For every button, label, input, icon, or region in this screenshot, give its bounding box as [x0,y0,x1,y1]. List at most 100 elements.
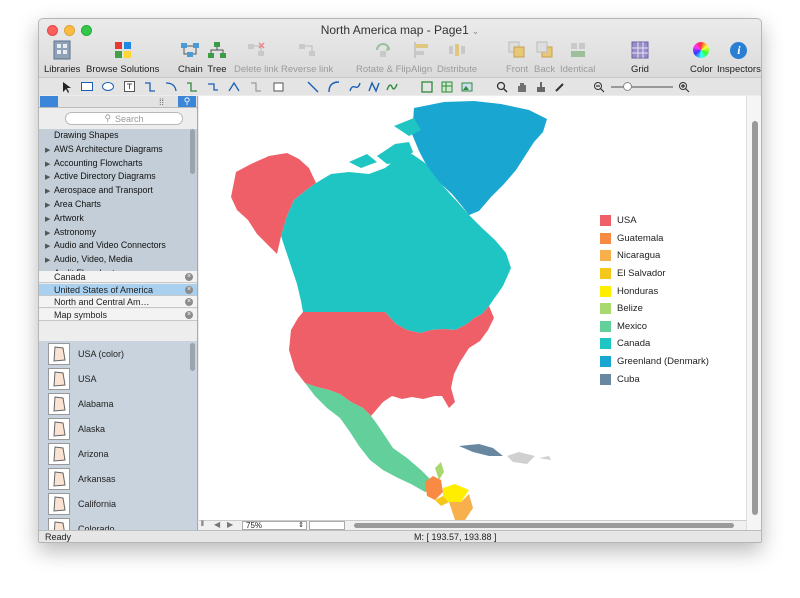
view-mode-buttons[interactable] [309,521,345,530]
back-button[interactable]: Back [534,39,555,75]
zoom-slider-knob[interactable] [623,82,632,91]
library-item[interactable]: ▶ Accounting Flowcharts [39,157,197,171]
shape-list-scrollbar[interactable] [190,343,195,371]
close-library-icon[interactable]: × [185,285,193,294]
reverse-link-button[interactable]: Reverse link [281,39,333,75]
map-caribbean-islands[interactable] [507,452,551,464]
open-library-header[interactable]: Map symbols × [39,308,197,321]
open-library-header[interactable]: North and Central Am… × [39,296,197,308]
chain-button[interactable]: Chain [178,39,203,75]
table-tool-icon[interactable] [440,80,454,93]
inspectors-button[interactable]: i Inspectors [717,39,761,75]
grid-button[interactable]: Grid [631,39,649,75]
library-item[interactable]: ▶ Audio, Video, Media [39,253,197,267]
disclosure-triangle-icon[interactable]: ▶ [45,158,54,171]
page-next-icon[interactable]: ▶ [227,520,233,529]
browse-solutions-button[interactable]: Browse Solutions [86,39,159,75]
shape-item[interactable]: Arkansas [39,466,197,491]
eyedropper-icon[interactable] [553,80,567,93]
shape-label: USA [78,373,97,384]
vertical-scroll-thumb[interactable] [752,121,758,515]
round-connector-icon[interactable] [206,80,220,93]
library-list-scrollbar[interactable] [190,129,195,174]
library-item[interactable]: ▶ Astronomy [39,226,197,240]
libraries-button[interactable]: Libraries [44,39,80,75]
library-item[interactable]: ▶ Area Charts [39,198,197,212]
disclosure-triangle-icon[interactable]: ▶ [45,227,54,240]
map-belize[interactable] [435,462,444,480]
drawing-canvas[interactable]: USA Guatemala Nicaragua El Salvador Honduras… [199,96,746,520]
grid-view-icon[interactable]: ⁞⁞ [159,97,164,107]
shape-item[interactable]: USA (color) [39,341,197,366]
shape-item[interactable]: Alabama [39,391,197,416]
library-item[interactable]: ▶ Audio and Video Connectors [39,239,197,253]
disclosure-triangle-icon[interactable]: ▶ [45,171,54,184]
search-tab-icon[interactable]: ⚲ [178,96,196,107]
library-item[interactable]: ▶ AWS Architecture Diagrams [39,143,197,157]
library-item[interactable]: ▶ Active Directory Diagrams [39,170,197,184]
connector-tool-icon[interactable] [143,80,157,93]
container-tool-icon[interactable] [420,80,434,93]
zoom-tool-icon[interactable] [495,80,509,93]
hand-tool-icon[interactable] [515,80,529,93]
close-library-icon[interactable]: × [185,298,193,306]
zoom-select[interactable]: 75% ⇕ [242,521,307,530]
pointer-tool-icon[interactable] [59,80,73,93]
shape-item[interactable]: Colorado [39,516,197,530]
shape-item[interactable]: USA [39,366,197,391]
curve-connector-icon[interactable] [164,80,178,93]
image-tool-icon[interactable] [460,80,474,93]
rectangle-tool-icon[interactable] [80,80,94,93]
stamp-tool-icon[interactable] [271,80,285,93]
shape-item[interactable]: California [39,491,197,516]
search-input[interactable]: ⚲ Search [65,112,183,125]
freehand-tool-icon[interactable] [385,80,399,93]
identical-button[interactable]: Identical [560,39,595,75]
library-item[interactable]: ▶ Aerospace and Transport [39,184,197,198]
tree-view-tab[interactable] [40,96,58,107]
map-cuba[interactable] [459,444,503,456]
library-item[interactable]: ▶ Artwork [39,212,197,226]
line-tool-icon[interactable] [306,80,320,93]
align-button[interactable]: Align [411,39,432,75]
chain-connector-icon[interactable] [249,80,263,93]
arc-tool-icon[interactable] [327,80,341,93]
shape-item[interactable]: Arizona [39,441,197,466]
page-prev-icon[interactable]: ◀ [214,520,220,529]
arc-connector-icon[interactable] [227,80,241,93]
disclosure-triangle-icon[interactable]: ▶ [45,185,54,198]
smart-connector-icon[interactable] [185,80,199,93]
disclosure-triangle-icon[interactable]: ▶ [45,213,54,226]
polyline-tool-icon[interactable] [367,80,381,93]
zoom-out-icon[interactable] [592,80,606,93]
front-button[interactable]: Front [506,39,528,75]
disclosure-triangle-icon[interactable]: ▶ [45,199,54,212]
legend-item: Honduras [600,282,709,300]
close-library-icon[interactable]: × [185,310,193,319]
pause-button[interactable]: ‖ [201,521,210,530]
zoom-in-icon[interactable] [677,80,691,93]
legend-label: Canada [617,338,651,350]
rotate-flip-button[interactable]: Rotate & Flip [356,39,411,75]
zoom-slider[interactable] [611,82,673,91]
delete-link-button[interactable]: Delete link [234,39,278,75]
color-button[interactable]: Color [690,39,713,75]
tree-button[interactable]: Tree [207,39,227,75]
library-item-label: AWS Architecture Diagrams [54,143,163,154]
chevron-down-icon[interactable]: ⌄ [472,26,480,36]
open-library-header[interactable]: Canada × [39,271,197,283]
shape-item[interactable]: Alaska [39,416,197,441]
vertical-scrollbar[interactable] [746,96,761,530]
close-library-icon[interactable]: × [185,273,193,281]
open-library-header[interactable]: United States of America × [39,283,197,296]
horizontal-scroll-thumb[interactable] [354,523,734,528]
library-item[interactable]: Drawing Shapes [39,129,197,143]
format-painter-icon[interactable] [534,80,548,93]
disclosure-triangle-icon[interactable]: ▶ [45,254,54,267]
disclosure-triangle-icon[interactable]: ▶ [45,144,54,157]
text-box-tool-icon[interactable] [122,80,136,93]
distribute-button[interactable]: Distribute [437,39,477,75]
disclosure-triangle-icon[interactable]: ▶ [45,240,54,253]
ellipse-tool-icon[interactable] [101,80,115,93]
bezier-tool-icon[interactable] [348,80,362,93]
